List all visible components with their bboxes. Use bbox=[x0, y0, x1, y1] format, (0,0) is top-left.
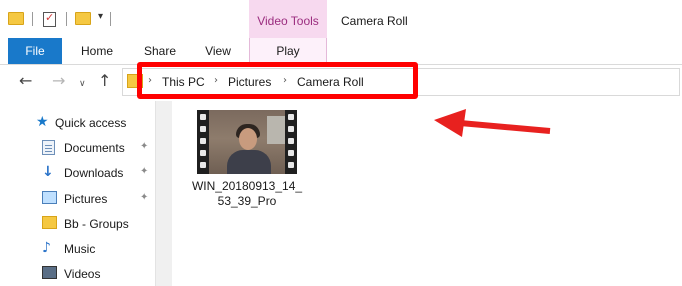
pin-icon[interactable]: ✦ bbox=[140, 141, 148, 152]
sidebar-item-videos[interactable]: Videos bbox=[0, 262, 155, 286]
tab-share[interactable]: Share bbox=[133, 38, 187, 64]
sidebar-item-pictures[interactable]: Pictures ✦ bbox=[0, 187, 155, 211]
video-tools-context-tab: Video Tools bbox=[249, 0, 327, 40]
video-icon bbox=[42, 266, 57, 279]
video-file-name[interactable]: WIN_20180913_14_53_39_Pro bbox=[190, 179, 304, 209]
video-tools-label: Video Tools bbox=[257, 14, 319, 28]
forward-arrow-icon[interactable]: → bbox=[52, 73, 65, 89]
window-title: Camera Roll bbox=[341, 14, 408, 28]
quick-access-separator bbox=[110, 12, 111, 26]
tab-file[interactable]: File bbox=[8, 38, 62, 64]
video-file-thumbnail[interactable] bbox=[197, 110, 297, 174]
navigation-pane: ★ Quick access Documents ✦ ↓ Downloads ✦… bbox=[0, 101, 172, 286]
tab-view[interactable]: View bbox=[193, 38, 243, 64]
sidebar-item-label: Pictures bbox=[64, 192, 108, 206]
up-arrow-icon[interactable]: ↑ bbox=[98, 73, 111, 89]
quick-access-separator bbox=[66, 12, 67, 26]
film-strip-left bbox=[197, 110, 209, 174]
sidebar-item-downloads[interactable]: ↓ Downloads ✦ bbox=[0, 161, 155, 185]
ribbon-tab-bar: File Home Share View Play bbox=[0, 38, 682, 65]
pin-icon[interactable]: ✦ bbox=[140, 166, 148, 177]
star-icon: ★ bbox=[36, 114, 49, 130]
properties-icon[interactable] bbox=[43, 11, 56, 27]
download-icon: ↓ bbox=[42, 164, 54, 180]
video-preview-frame bbox=[209, 110, 285, 174]
pictures-icon bbox=[42, 191, 57, 204]
sidebar-item-label: Documents bbox=[64, 141, 125, 155]
sidebar-item-bb-groups[interactable]: Bb - Groups bbox=[0, 212, 155, 236]
sidebar-item-label: Videos bbox=[64, 267, 101, 281]
sidebar-item-quick-access[interactable]: ★ Quick access bbox=[0, 111, 155, 135]
sidebar-item-music[interactable]: ♪ Music bbox=[0, 237, 155, 261]
tab-play[interactable]: Play bbox=[249, 38, 327, 64]
pin-icon[interactable]: ✦ bbox=[140, 192, 148, 203]
quick-access-separator bbox=[32, 12, 33, 26]
annotation-arrow-icon bbox=[434, 109, 551, 137]
sidebar-item-label: Bb - Groups bbox=[64, 217, 129, 231]
customize-toolbar-dropdown-icon[interactable]: ▾ bbox=[98, 11, 103, 22]
tab-home[interactable]: Home bbox=[70, 38, 124, 64]
film-strip-right bbox=[285, 110, 297, 174]
sidebar-item-label: Quick access bbox=[55, 116, 127, 130]
recent-locations-chevron-icon[interactable]: ∨ bbox=[79, 76, 86, 92]
new-folder-icon[interactable] bbox=[75, 12, 91, 25]
document-icon bbox=[42, 140, 55, 155]
sidebar-item-label: Music bbox=[64, 242, 96, 256]
music-icon: ♪ bbox=[42, 240, 51, 256]
navigation-pane-scrollbar[interactable] bbox=[155, 101, 172, 286]
folder-icon bbox=[42, 216, 57, 229]
sidebar-item-label: Downloads bbox=[64, 166, 124, 180]
folder-icon bbox=[8, 12, 24, 25]
back-arrow-icon[interactable]: ← bbox=[19, 73, 32, 89]
annotation-highlight-box bbox=[137, 62, 418, 99]
sidebar-item-documents[interactable]: Documents ✦ bbox=[0, 136, 155, 160]
